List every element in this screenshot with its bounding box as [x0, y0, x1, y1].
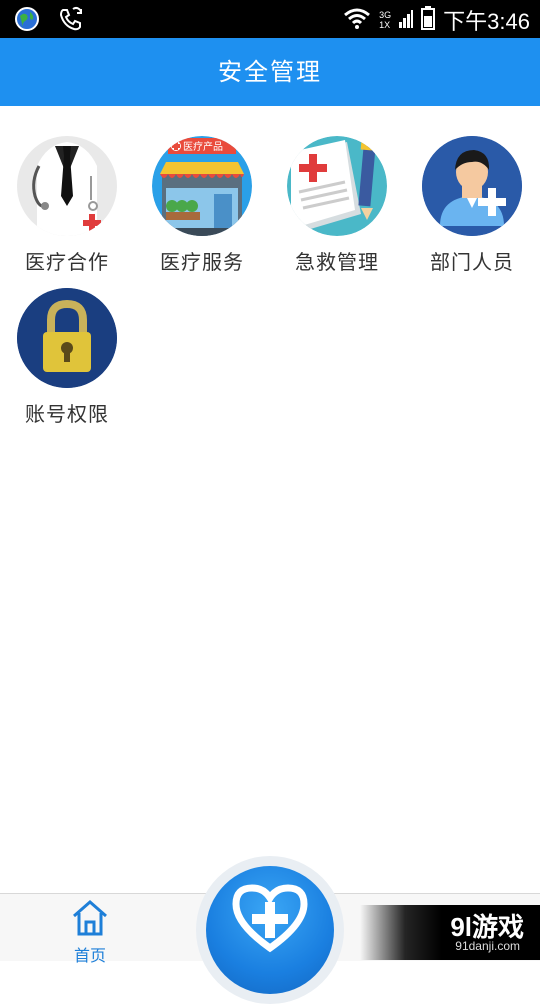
battery-icon	[421, 6, 436, 34]
home-icon	[70, 900, 110, 942]
globe-icon	[14, 6, 40, 36]
menu-item-department-staff[interactable]: 部门人员	[405, 106, 539, 274]
menu-item-label: 急救管理	[295, 250, 379, 274]
status-bar: 3G 1X 下午3:46	[0, 0, 540, 38]
title-bar: 安全管理	[0, 38, 540, 106]
menu-item-medical-cooperation[interactable]: 医疗合作	[0, 106, 134, 274]
medical-store-icon: 医疗产品	[152, 136, 252, 236]
tab-home-label: 首页	[73, 946, 106, 965]
network-type: 3G 1X	[379, 10, 392, 30]
add-person-icon	[422, 136, 522, 236]
status-time: 下午3:46	[443, 9, 530, 34]
signal-icon	[399, 7, 414, 33]
center-action-button[interactable]	[196, 856, 344, 1004]
padlock-icon	[17, 288, 117, 388]
menu-item-label: 部门人员	[430, 250, 514, 274]
tab-home[interactable]: 首页	[60, 898, 120, 965]
page-title: 安全管理	[218, 58, 322, 86]
center-button-face	[206, 866, 334, 994]
menu-item-medical-service[interactable]: 医疗产品 医疗服务	[135, 106, 269, 274]
watermark-logo: 9l游戏 91danji.com	[360, 905, 540, 960]
menu-item-account-permissions[interactable]: 账号权限	[0, 258, 134, 426]
phone-sync-icon	[58, 6, 84, 36]
menu-item-label: 账号权限	[25, 402, 109, 426]
first-aid-document-icon	[287, 136, 387, 236]
wifi-icon	[343, 7, 371, 33]
watermark-url: 91danji.com	[455, 939, 520, 953]
menu-item-first-aid[interactable]: 急救管理	[270, 106, 404, 274]
store-sign-text: 医疗产品	[183, 140, 223, 153]
heart-cross-icon	[230, 884, 310, 958]
menu-item-label: 医疗服务	[160, 250, 244, 274]
doctor-coat-icon	[17, 136, 117, 236]
